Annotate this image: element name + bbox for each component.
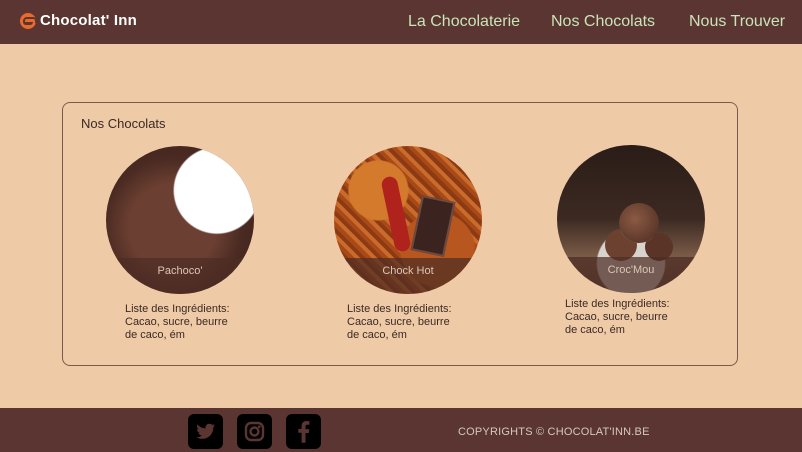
copyright-text: COPYRIGHTS © CHOCOLAT'INN.BE: [458, 426, 650, 438]
ingredients-line: de caco, ém: [565, 324, 625, 336]
product-croc-mou[interactable]: Croc'Mou: [557, 145, 705, 293]
ingredients-line: Liste des Ingrédients:: [347, 303, 452, 315]
nav-nos-chocolats[interactable]: Nos Chocolats: [551, 13, 655, 31]
ingredients-line: Liste des Ingrédients:: [125, 303, 230, 315]
product-pachoco[interactable]: Pachoco': [106, 146, 254, 294]
twitter-icon[interactable]: [188, 414, 223, 449]
product-ingredients: Liste des Ingrédients: Cacao, sucre, beu…: [125, 303, 230, 342]
nav-nous-trouver[interactable]: Nous Trouver: [689, 13, 785, 31]
ingredients-line: Cacao, sucre, beurre: [347, 316, 450, 328]
ingredients-line: Cacao, sucre, beurre: [125, 316, 228, 328]
product-ingredients: Liste des Ingrédients: Cacao, sucre, beu…: [565, 298, 670, 337]
section-title: Nos Chocolats: [81, 116, 166, 131]
product-name: Pachoco': [157, 265, 203, 277]
ingredients-line: Cacao, sucre, beurre: [565, 311, 668, 323]
instagram-icon[interactable]: [237, 414, 272, 449]
facebook-icon[interactable]: [286, 414, 321, 449]
nav-la-chocolaterie[interactable]: La Chocolaterie: [408, 13, 520, 31]
footer-bar: [0, 408, 802, 452]
product-name: Croc'Mou: [607, 264, 655, 276]
chocolate-logo-icon: [20, 12, 36, 29]
brand[interactable]: Chocolat' Inn: [20, 12, 137, 29]
product-chock-hot[interactable]: Chock Hot: [334, 146, 482, 294]
brand-name: Chocolat' Inn: [40, 12, 137, 29]
product-ingredients: Liste des Ingrédients: Cacao, sucre, beu…: [347, 303, 452, 342]
ingredients-line: de caco, ém: [347, 329, 407, 341]
ingredients-line: Liste des Ingrédients:: [565, 298, 670, 310]
product-name: Chock Hot: [382, 265, 434, 277]
ingredients-line: de caco, ém: [125, 329, 185, 341]
